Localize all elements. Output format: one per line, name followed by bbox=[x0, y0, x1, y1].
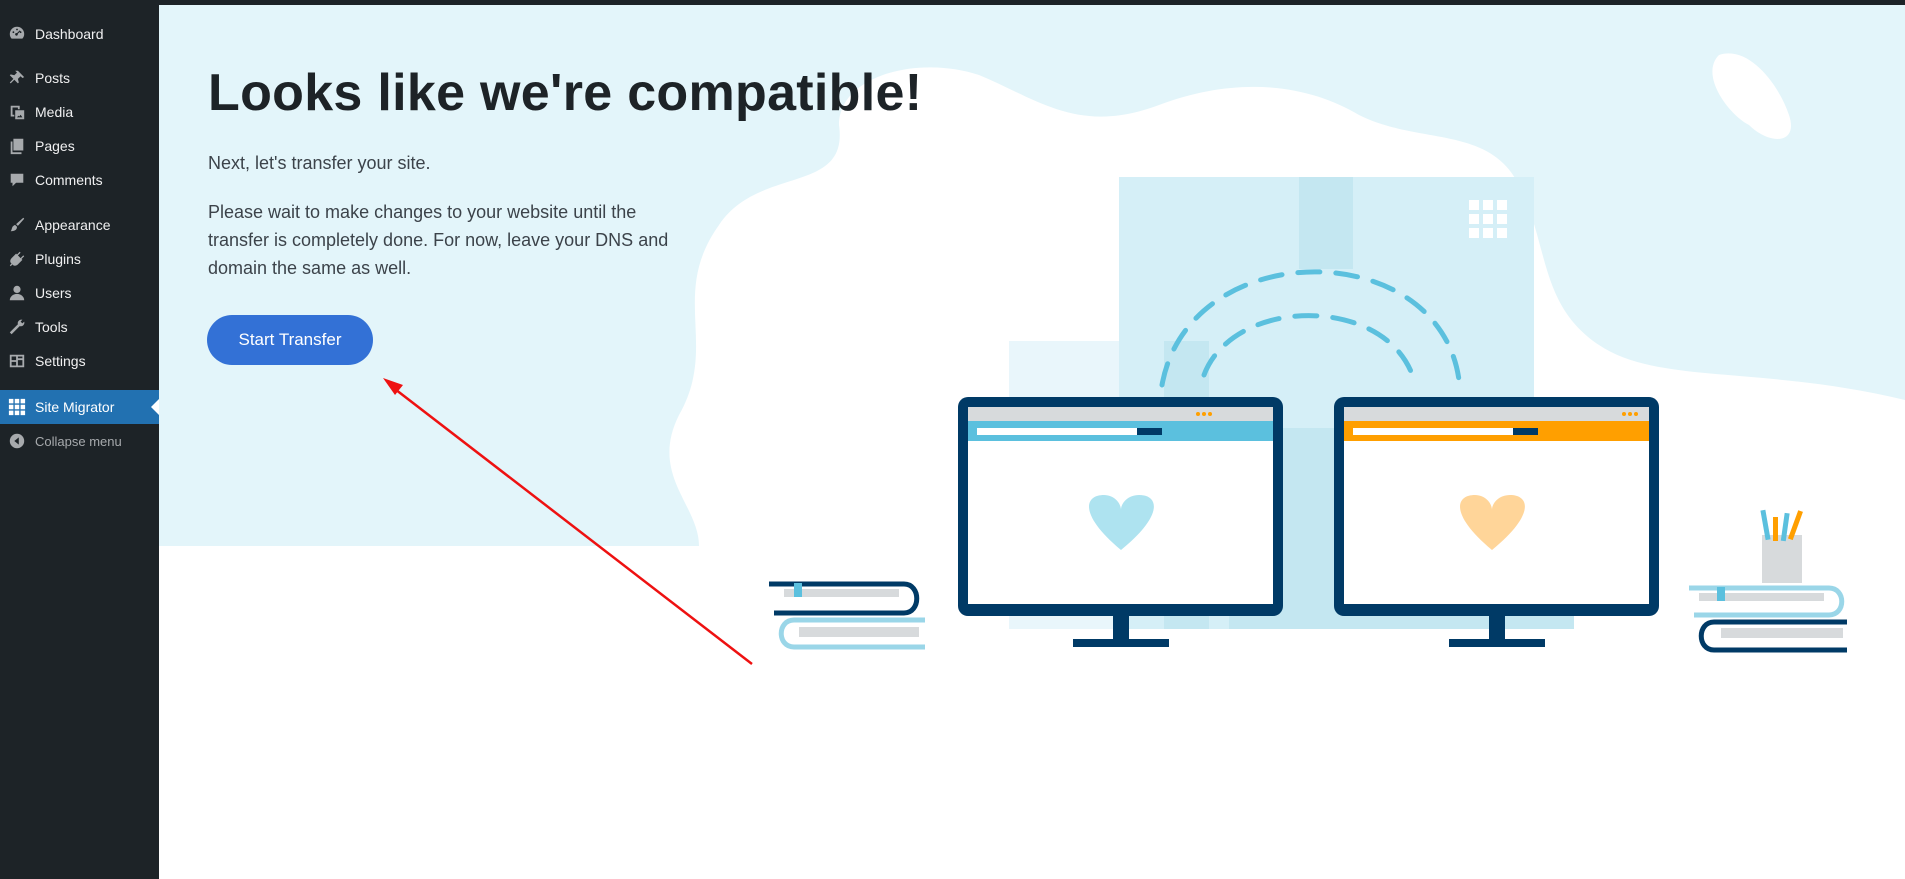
sidebar-item-dashboard[interactable]: Dashboard bbox=[0, 17, 159, 51]
sidebar-item-label: Settings bbox=[35, 353, 86, 369]
sidebar-item-label: Dashboard bbox=[35, 26, 104, 42]
sidebar-item-label: Users bbox=[35, 285, 72, 301]
sidebar-item-label: Plugins bbox=[35, 251, 81, 267]
sidebar-item-settings[interactable]: Settings bbox=[0, 344, 159, 378]
start-transfer-button[interactable]: Start Transfer bbox=[207, 315, 373, 365]
sidebar-item-label: Appearance bbox=[35, 217, 111, 233]
transfer-illustration bbox=[669, 53, 1905, 653]
illustration-building-column bbox=[1299, 177, 1353, 269]
brush-icon bbox=[8, 216, 26, 234]
sidebar-item-label: Collapse menu bbox=[35, 433, 122, 449]
sidebar-item-media[interactable]: Media bbox=[0, 95, 159, 129]
sidebar-item-users[interactable]: Users bbox=[0, 276, 159, 310]
sidebar-item-tools[interactable]: Tools bbox=[0, 310, 159, 344]
sidebar-item-label: Media bbox=[35, 104, 74, 120]
illustration-monitor-left bbox=[958, 397, 1283, 647]
page-subtitle: Next, let's transfer your site. bbox=[208, 153, 431, 173]
sidebar-item-label: Pages bbox=[35, 138, 75, 154]
pin-icon bbox=[8, 69, 26, 87]
sidebar-item-posts[interactable]: Posts bbox=[0, 61, 159, 95]
main-content: Looks like we're compatible! Next, let's… bbox=[159, 5, 1905, 879]
comment-icon bbox=[8, 171, 26, 189]
media-icon bbox=[8, 103, 26, 121]
collapse-menu-button[interactable]: Collapse menu bbox=[0, 424, 159, 458]
user-icon bbox=[8, 284, 26, 302]
sidebar-item-comments[interactable]: Comments bbox=[0, 163, 159, 197]
grid-icon bbox=[8, 398, 26, 416]
page-title: Looks like we're compatible! bbox=[208, 64, 923, 122]
dashboard-icon bbox=[8, 25, 26, 43]
sidebar-item-site-migrator[interactable]: Site Migrator bbox=[0, 390, 159, 424]
sidebar-item-pages[interactable]: Pages bbox=[0, 129, 159, 163]
collapse-icon bbox=[8, 432, 26, 450]
plugin-icon bbox=[8, 250, 26, 268]
sidebar-item-plugins[interactable]: Plugins bbox=[0, 242, 159, 276]
illustration-monitor-right bbox=[1334, 397, 1659, 647]
sidebar-item-appearance[interactable]: Appearance bbox=[0, 208, 159, 242]
illustration-books-left bbox=[769, 581, 925, 650]
sidebar-item-label: Tools bbox=[35, 319, 68, 335]
pages-icon bbox=[8, 137, 26, 155]
settings-icon bbox=[8, 352, 26, 370]
sidebar-item-label: Comments bbox=[35, 172, 103, 188]
sidebar-item-label: Site Migrator bbox=[35, 399, 115, 415]
wrench-icon bbox=[8, 318, 26, 336]
admin-sidebar: Dashboard Posts Media Pages Comments App… bbox=[0, 5, 159, 879]
instructions-text: Please wait to make changes to your webs… bbox=[208, 202, 669, 278]
sidebar-item-label: Posts bbox=[35, 70, 71, 86]
illustration-blob-small bbox=[1712, 53, 1791, 139]
illustration-window-grid bbox=[1469, 200, 1507, 238]
